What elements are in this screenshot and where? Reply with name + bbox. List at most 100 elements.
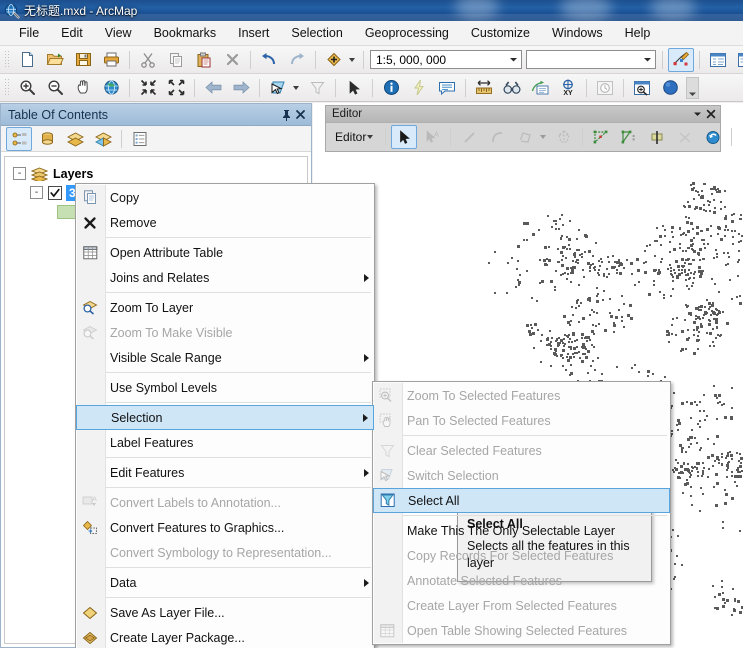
split-icon[interactable] [616,125,642,149]
redo-icon[interactable] [284,48,310,72]
pin-icon[interactable] [279,107,293,123]
editor-toolbar-icon[interactable] [668,47,694,72]
menu-item-label-features[interactable]: Label Features [76,430,374,455]
menu-item-copy[interactable]: Copy [76,185,374,210]
measure-icon[interactable] [471,76,497,100]
chevron-down-icon[interactable] [367,135,374,139]
close-icon[interactable] [293,107,307,123]
paste-icon[interactable] [191,48,217,72]
create-viewer-window-icon[interactable] [629,76,655,100]
arcglobe-icon[interactable] [657,76,683,100]
undo-icon[interactable] [256,48,282,72]
menu-item-data[interactable]: Data [76,570,374,595]
add-data-icon[interactable] [321,48,347,72]
menu-selection[interactable]: Selection [280,23,353,43]
expander-icon[interactable]: - [13,167,26,180]
menu-item-joins-and-relates[interactable]: Joins and Relates [76,265,374,290]
editor-menu-button[interactable]: Editor [329,126,381,149]
layer-context-menu[interactable]: Copy Remove Open Attribute Table Joins a… [75,183,375,648]
list-by-drawing-order-icon[interactable] [6,126,32,151]
save-icon[interactable] [70,48,96,72]
list-by-source-icon[interactable] [34,127,60,151]
menu-customize[interactable]: Customize [460,23,541,43]
open-icon[interactable] [42,48,68,72]
chevron-down-icon[interactable] [639,51,655,68]
options-icon[interactable] [127,127,153,151]
submenu-item-select-all[interactable]: Select All [373,488,670,513]
table-of-contents-icon[interactable] [705,48,731,72]
go-forward-extent-icon[interactable] [228,76,254,100]
edit-tool-icon[interactable] [391,125,418,149]
map-scale-value[interactable]: 1:5, 000, 000 [371,53,451,67]
toolbar-grip[interactable] [3,50,11,69]
go-to-xy-icon[interactable]: XY [555,76,581,100]
chevron-down-icon[interactable] [691,108,704,121]
menu-item-open-attribute-table[interactable]: Open Attribute Table [76,240,374,265]
select-elements-icon[interactable] [341,76,367,100]
map-scale-combo[interactable]: 1:5, 000, 000 [370,50,522,69]
mirror-features-icon[interactable] [588,125,614,149]
chevron-down-icon[interactable] [540,135,547,139]
find-route-icon[interactable] [527,76,553,100]
menu-geoprocessing[interactable]: Geoprocessing [354,23,460,43]
secondary-combo[interactable] [526,50,656,69]
zoom-out-icon[interactable] [42,76,68,100]
trace-icon[interactable] [512,125,538,149]
menu-windows[interactable]: Windows [541,23,614,43]
menu-item-selection[interactable]: Selection [76,405,374,430]
toolbar-overflow-button[interactable] [686,76,699,99]
straight-segment-icon[interactable] [456,125,482,149]
chevron-down-icon[interactable] [505,51,521,68]
menu-item-use-symbol-levels[interactable]: Use Symbol Levels [76,375,374,400]
full-extent-icon[interactable] [98,76,124,100]
rotate-icon[interactable] [644,125,670,149]
menu-edit[interactable]: Edit [50,23,94,43]
editor-window-titlebar[interactable]: Editor [326,106,720,123]
menu-item-edit-features[interactable]: Edit Features [76,460,374,485]
print-icon[interactable] [98,48,124,72]
menu-item-convert-features-to-graphics[interactable]: Convert Features to Graphics... [76,515,374,540]
menu-help[interactable]: Help [614,23,662,43]
menu-view[interactable]: View [94,23,143,43]
zoom-in-icon[interactable] [14,76,40,100]
menu-insert[interactable]: Insert [227,23,280,43]
edit-annotation-tool-icon[interactable]: A [419,125,445,149]
merge-icon[interactable] [672,125,698,149]
menu-item-save-as-layer-file[interactable]: Save As Layer File... [76,600,374,625]
catalog-icon[interactable] [733,48,743,72]
list-by-selection-icon[interactable] [90,127,116,151]
html-popup-icon[interactable] [434,76,460,100]
pan-icon[interactable] [70,76,96,100]
menu-bookmarks[interactable]: Bookmarks [143,23,228,43]
construction-tools-icon[interactable] [551,125,577,149]
fixed-zoom-in-icon[interactable] [135,76,161,100]
identify-icon[interactable] [378,76,404,100]
select-features-icon[interactable] [265,76,291,100]
menu-item-visible-scale-range[interactable]: Visible Scale Range [76,345,374,370]
layer-visibility-checkbox[interactable] [48,185,62,200]
copy-icon[interactable] [163,48,189,72]
go-back-extent-icon[interactable] [200,76,226,100]
submenu-item-make-only-selectable-layer[interactable]: Make This The Only Selectable Layer [373,518,670,543]
time-slider-icon[interactable] [592,76,618,100]
chevron-down-icon[interactable] [293,85,299,90]
tree-node-layers[interactable]: - Layers [5,164,307,183]
delete-icon[interactable] [219,48,245,72]
menu-item-remove[interactable]: Remove [76,210,374,235]
attributes-icon[interactable] [737,125,743,149]
undo-edit-icon[interactable] [700,125,726,149]
list-by-visibility-icon[interactable] [62,127,88,151]
toolbar-grip[interactable] [3,78,11,97]
close-icon[interactable] [704,108,717,121]
fixed-zoom-out-icon[interactable] [163,76,189,100]
find-icon[interactable] [499,76,525,100]
menu-file[interactable]: File [8,23,50,43]
clear-selection-icon[interactable] [304,76,330,100]
hyperlink-icon[interactable] [406,76,432,100]
end-point-arc-segment-icon[interactable] [484,125,510,149]
expander-icon[interactable]: - [30,186,43,199]
menu-item-create-layer-package[interactable]: Create Layer Package... [76,625,374,648]
menu-item-zoom-to-layer[interactable]: Zoom To Layer [76,295,374,320]
new-map-icon[interactable] [14,48,40,72]
chevron-down-icon[interactable] [349,57,355,62]
